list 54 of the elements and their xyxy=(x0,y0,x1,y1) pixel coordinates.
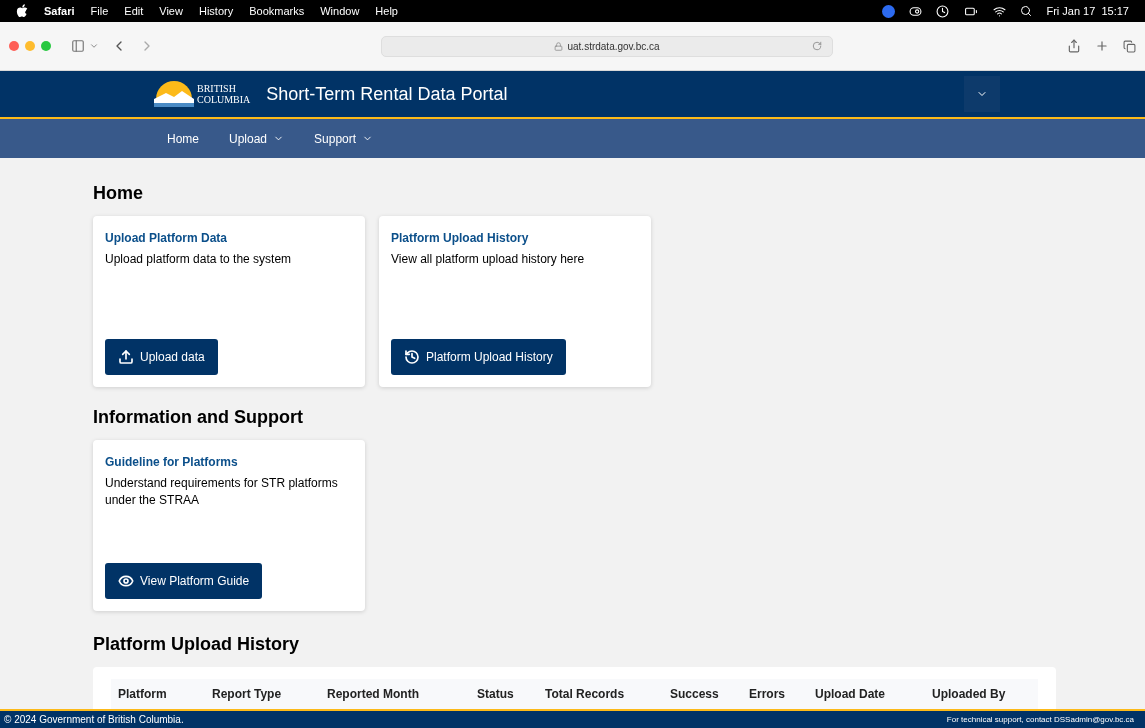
logo-text: BRITISH xyxy=(197,83,237,94)
menu-item[interactable]: Bookmarks xyxy=(249,2,305,20)
column-header: Total Records xyxy=(545,686,626,703)
column-header: Success xyxy=(670,686,720,703)
column-header: Uploaded By xyxy=(932,686,1007,703)
address-bar[interactable]: uat.strdata.gov.bc.ca xyxy=(381,35,833,57)
apple-icon[interactable] xyxy=(16,4,28,18)
site-title: Short-Term Rental Data Portal xyxy=(266,82,508,106)
column-header: Report Type xyxy=(212,686,283,703)
upload-icon xyxy=(118,349,134,365)
section-heading: Information and Support xyxy=(93,406,304,429)
logo-text: COLUMBIA xyxy=(197,94,251,105)
card-title[interactable]: Upload Platform Data xyxy=(105,229,353,247)
sidebar-icon[interactable] xyxy=(71,39,85,53)
nav-link[interactable]: Upload xyxy=(229,129,285,148)
section-heading: Platform Upload History xyxy=(93,633,301,656)
column-header: Errors xyxy=(749,686,787,703)
card-description: Understand requirements for STR platforms under the STRAA xyxy=(105,475,339,509)
sun-logo-icon xyxy=(154,81,194,107)
section-heading: Home xyxy=(93,182,144,205)
clock-text[interactable]: Fri Jan 17 15:17 xyxy=(1046,2,1129,20)
nav-link[interactable]: Home xyxy=(167,129,199,148)
url-text: uat.strdata.gov.bc.ca xyxy=(567,39,660,54)
status-icon[interactable] xyxy=(909,4,923,18)
search-icon[interactable] xyxy=(1020,5,1033,17)
history-icon xyxy=(404,349,420,365)
menu-item[interactable]: Edit xyxy=(124,2,144,20)
menu-item[interactable]: Window xyxy=(320,2,360,20)
share-icon[interactable] xyxy=(1067,39,1081,53)
menu-item[interactable]: History xyxy=(198,2,234,20)
new-tab-icon[interactable] xyxy=(1095,39,1109,53)
wifi-icon[interactable] xyxy=(993,4,1007,18)
menu-item[interactable]: View xyxy=(159,2,183,20)
eye-icon xyxy=(118,573,134,589)
card-button[interactable]: Platform Upload History xyxy=(391,339,566,375)
card-button[interactable]: Upload data xyxy=(105,339,218,375)
column-header: Upload Date xyxy=(815,686,886,703)
nav-link[interactable]: Support xyxy=(314,129,374,148)
column-header: Reported Month xyxy=(327,686,420,703)
tabs-icon[interactable] xyxy=(1123,39,1136,53)
menu-item[interactable]: Help xyxy=(375,2,398,20)
menu-item[interactable]: File xyxy=(90,2,109,20)
app-menu[interactable]: Safari xyxy=(44,2,75,20)
card-description: View all platform upload history here xyxy=(391,251,586,268)
column-header: Status xyxy=(477,686,515,703)
card-button[interactable]: View Platform Guide xyxy=(105,563,263,599)
support-text: For technical support, contact DSSadmin@gov.bc.ca xyxy=(946,713,1134,726)
card-title[interactable]: Guideline for Platforms xyxy=(105,453,353,471)
card-title[interactable]: Platform Upload History xyxy=(391,229,639,247)
clock-icon[interactable] xyxy=(936,4,950,18)
lock-icon xyxy=(554,41,564,51)
column-header: Platform xyxy=(118,686,168,703)
copyright-text: © 2024 Government of British Columbia. xyxy=(4,713,184,727)
card-description: Upload platform data to the system xyxy=(105,251,293,268)
